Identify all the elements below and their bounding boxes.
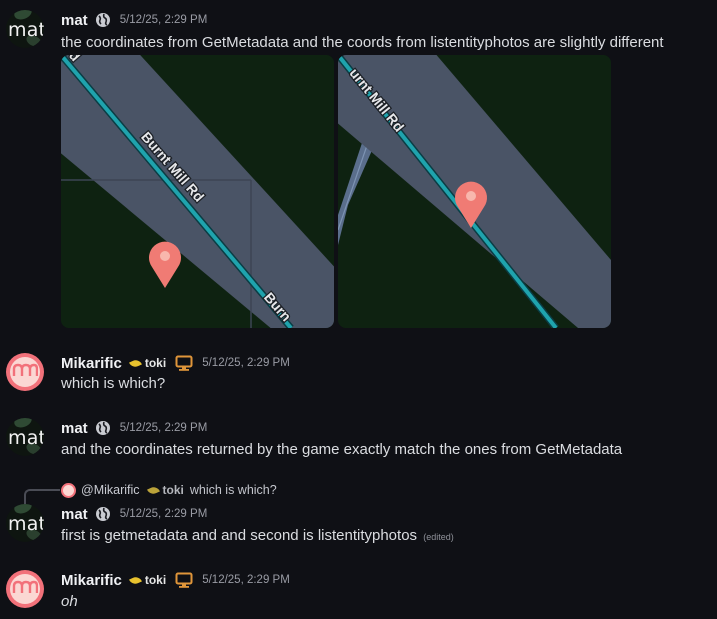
reply-avatar — [61, 482, 76, 498]
timestamp[interactable]: 5/12/25, 2:29 PM — [202, 574, 290, 586]
timestamp[interactable]: 5/12/25, 2:29 PM — [120, 508, 208, 520]
message-text: which is which? — [61, 375, 166, 392]
leaf-icon — [128, 574, 142, 586]
message-header: mat 5/12/25, 2:29 PM — [61, 418, 207, 438]
timestamp[interactable]: 5/12/25, 2:29 PM — [120, 14, 208, 26]
leaf-icon — [128, 357, 142, 369]
username[interactable]: Mikarific — [61, 572, 122, 589]
reply-guild-tag: toki — [146, 483, 184, 497]
monitor-icon[interactable] — [175, 572, 193, 588]
edited-label: (edited) — [423, 532, 454, 542]
tag-label: toki — [144, 573, 167, 587]
avatar-text: mat — [8, 427, 44, 449]
message-body: first is getmetadata and and second is l… — [61, 527, 418, 544]
tag-label: toki — [162, 483, 184, 497]
timestamp[interactable]: 5/12/25, 2:29 PM — [120, 422, 208, 434]
avatar-mat[interactable]: mat — [6, 10, 44, 48]
message-header: mat 5/12/25, 2:29 PM — [61, 504, 207, 524]
avatar-mat[interactable]: mat — [6, 418, 44, 456]
tag-label: toki — [144, 356, 167, 370]
globe-icon[interactable] — [95, 506, 111, 522]
message-text: oh — [61, 593, 78, 610]
reply-connector — [24, 489, 60, 505]
username[interactable]: mat — [61, 420, 88, 437]
globe-icon[interactable] — [95, 420, 111, 436]
message-text: and the coordinates returned by the game… — [61, 441, 623, 458]
message-header: Mikarific toki 5/12/25, 2:29 PM — [61, 353, 290, 373]
reply-text[interactable]: which is which? — [190, 483, 277, 497]
message-text: the coordinates from GetMetadata and the… — [61, 34, 664, 51]
reply-reference[interactable]: @Mikarific toki which is which? — [61, 482, 277, 498]
guild-tag[interactable]: toki — [128, 573, 167, 587]
globe-icon[interactable] — [95, 12, 111, 28]
message-header: Mikarific toki 5/12/25, 2:29 PM — [61, 570, 290, 590]
map-image-1[interactable]: Burnt Mill Rd Burn d — [61, 55, 334, 328]
username[interactable]: Mikarific — [61, 355, 122, 372]
reply-username[interactable]: @Mikarific — [81, 483, 140, 497]
message-header: mat 5/12/25, 2:29 PM — [61, 10, 207, 30]
avatar-text: mat — [8, 513, 44, 535]
guild-tag[interactable]: toki — [128, 356, 167, 370]
avatar-mikarific[interactable] — [6, 353, 44, 391]
username[interactable]: mat — [61, 12, 88, 29]
avatar-text: mat — [8, 19, 44, 41]
avatar-mat[interactable]: mat — [6, 504, 44, 542]
username[interactable]: mat — [61, 506, 88, 523]
map-image-2[interactable]: urnt Mill Rd — [338, 55, 611, 328]
leaf-icon — [146, 484, 160, 496]
monitor-icon[interactable] — [175, 355, 193, 371]
timestamp[interactable]: 5/12/25, 2:29 PM — [202, 357, 290, 369]
message-text: first is getmetadata and and second is l… — [61, 527, 454, 544]
avatar-mikarific[interactable] — [6, 570, 44, 608]
